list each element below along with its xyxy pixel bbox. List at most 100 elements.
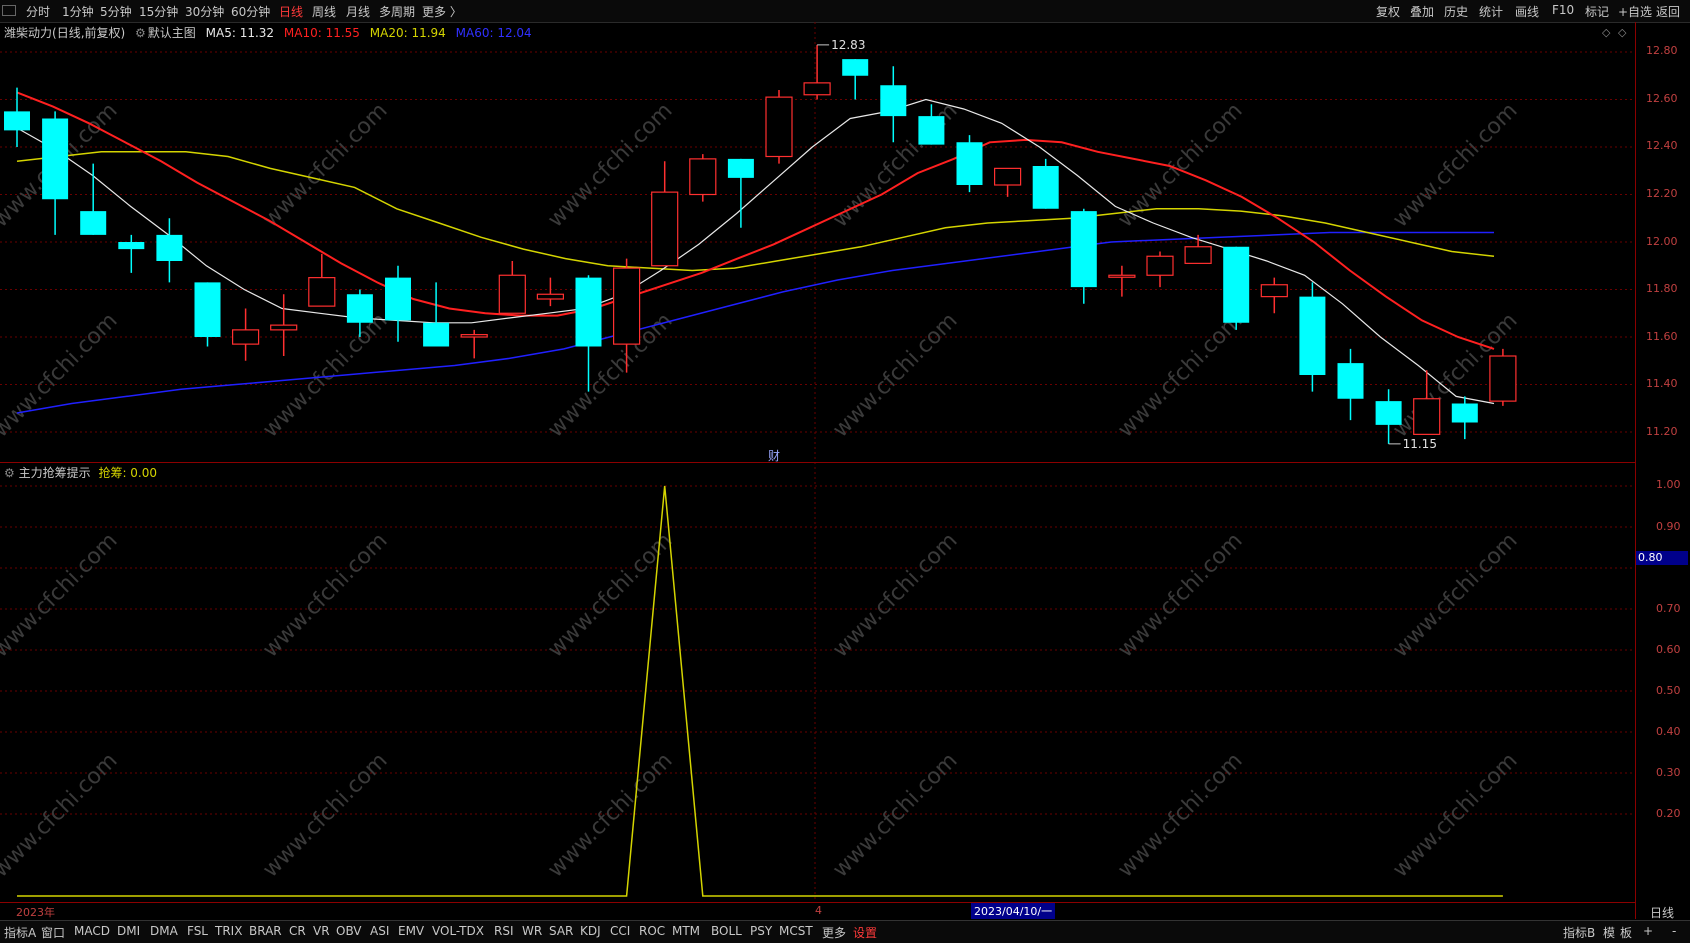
tab-macd[interactable]: MACD bbox=[74, 924, 110, 938]
candle-body bbox=[385, 277, 411, 321]
watermark-text: www.cfchi.com bbox=[0, 528, 123, 662]
panel-divider bbox=[0, 462, 1636, 463]
candle-body bbox=[423, 322, 450, 347]
watermark-text: www.cfchi.com bbox=[258, 748, 392, 882]
price-tick: 12.80 bbox=[1646, 44, 1678, 57]
candle-body bbox=[232, 329, 260, 345]
price-tick: 12.60 bbox=[1646, 92, 1678, 105]
watermark-text: www.cfchi.com bbox=[828, 308, 962, 442]
high-label: 12.83 bbox=[831, 38, 865, 52]
date-axis: 2023年 4 2023/04/10/一 bbox=[0, 903, 1636, 919]
candle-body bbox=[1413, 398, 1441, 435]
candle-body bbox=[689, 158, 717, 196]
year-tick: 2023年 bbox=[16, 906, 55, 919]
candle-body bbox=[536, 293, 565, 300]
tab-indicator-a[interactable]: 指标A bbox=[4, 924, 36, 941]
candle-body bbox=[765, 96, 793, 158]
axis-highlight: 0.80 bbox=[1636, 551, 1688, 565]
tab-more[interactable]: 更多 bbox=[822, 924, 846, 941]
watermark-text: www.cfchi.com bbox=[1113, 98, 1247, 232]
tab-settings[interactable]: 设置 bbox=[853, 924, 877, 941]
candle-body bbox=[1223, 246, 1250, 323]
cursor-date: 2023/04/10/一 bbox=[971, 903, 1056, 919]
watermark-text: www.cfchi.com bbox=[1113, 748, 1247, 882]
tab-boll[interactable]: BOLL bbox=[711, 924, 742, 938]
tab-sar[interactable]: SAR bbox=[549, 924, 573, 938]
tab-template-2[interactable]: 板 bbox=[1620, 924, 1632, 941]
tab-dma[interactable]: DMA bbox=[150, 924, 178, 938]
tab-asi[interactable]: ASI bbox=[370, 924, 389, 938]
tab-trix[interactable]: TRIX bbox=[215, 924, 242, 938]
candle-body bbox=[956, 142, 983, 185]
ind-tick: 0.30 bbox=[1656, 766, 1681, 779]
tab-vr[interactable]: VR bbox=[313, 924, 330, 938]
tab-vol-tdx[interactable]: VOL-TDX bbox=[432, 924, 484, 938]
kline-chart[interactable]: www.cfchi.com www.cfchi.com www.cfchi.com w… bbox=[0, 0, 1690, 942]
watermark-text: www.cfchi.com bbox=[1388, 528, 1522, 662]
tab-template-1[interactable]: 模 bbox=[1603, 924, 1615, 941]
tab-psy[interactable]: PSY bbox=[750, 924, 772, 938]
tab-window[interactable]: 窗口 bbox=[41, 924, 65, 941]
watermark-text: www.cfchi.com bbox=[1388, 98, 1522, 232]
candle-body bbox=[498, 274, 526, 314]
price-tick: 12.00 bbox=[1646, 235, 1678, 248]
watermark-text: www.cfchi.com bbox=[0, 748, 123, 882]
candle-body bbox=[1070, 211, 1097, 288]
tab-emv[interactable]: EMV bbox=[398, 924, 424, 938]
candle-body bbox=[156, 234, 183, 261]
zoom-out-button[interactable]: - bbox=[1672, 924, 1676, 938]
tab-wr[interactable]: WR bbox=[522, 924, 542, 938]
candle-body bbox=[346, 294, 373, 323]
watermark-text: www.cfchi.com bbox=[1113, 528, 1247, 662]
month-tick: 4 bbox=[815, 904, 822, 917]
price-axis: 12.80 12.60 12.40 12.20 12.00 11.80 11.6… bbox=[1636, 22, 1690, 921]
price-tick: 11.40 bbox=[1646, 377, 1678, 390]
candle-body bbox=[1489, 355, 1517, 402]
watermark-text: www.cfchi.com bbox=[0, 308, 123, 442]
candle-body bbox=[80, 211, 107, 235]
watermark-text: www.cfchi.com bbox=[543, 748, 677, 882]
ma60-line bbox=[16, 231, 1494, 414]
candle-body bbox=[1032, 166, 1059, 209]
candle-body bbox=[308, 277, 336, 307]
tab-kdj[interactable]: KDJ bbox=[580, 924, 601, 938]
tab-indicator-b[interactable]: 指标B bbox=[1563, 924, 1595, 941]
candle-body bbox=[880, 85, 907, 117]
candle-body bbox=[651, 191, 679, 267]
price-tick: 12.40 bbox=[1646, 139, 1678, 152]
tab-brar[interactable]: BRAR bbox=[249, 924, 282, 938]
candle-body bbox=[575, 277, 602, 347]
ma10-line bbox=[16, 91, 1495, 350]
candle-body bbox=[918, 116, 945, 145]
ind-tick: 0.90 bbox=[1656, 520, 1681, 533]
tab-mtm[interactable]: MTM bbox=[672, 924, 700, 938]
tab-roc[interactable]: ROC bbox=[639, 924, 665, 938]
price-tick: 11.20 bbox=[1646, 425, 1678, 438]
tab-mcst[interactable]: MCST bbox=[779, 924, 813, 938]
candle-body bbox=[993, 167, 1022, 186]
candle-body bbox=[1146, 255, 1174, 276]
tab-rsi[interactable]: RSI bbox=[494, 924, 514, 938]
tab-fsl[interactable]: FSL bbox=[187, 924, 208, 938]
price-tick: 12.20 bbox=[1646, 187, 1678, 200]
watermark-text: www.cfchi.com bbox=[258, 528, 392, 662]
watermark-text: www.cfchi.com bbox=[258, 98, 392, 232]
tab-cr[interactable]: CR bbox=[289, 924, 306, 938]
candle-body bbox=[1375, 401, 1402, 425]
candle-body bbox=[1299, 296, 1326, 375]
candle-body bbox=[4, 111, 30, 131]
candle-body bbox=[270, 324, 298, 331]
candle-body bbox=[727, 158, 754, 178]
ind-tick: 1.00 bbox=[1656, 478, 1681, 491]
candle-body bbox=[1451, 403, 1478, 423]
zoom-in-button[interactable]: + bbox=[1643, 924, 1653, 938]
finance-marker: 财 bbox=[768, 449, 780, 463]
watermark-text: www.cfchi.com bbox=[1388, 748, 1522, 882]
low-label: 11.15 bbox=[1403, 437, 1437, 451]
tab-dmi[interactable]: DMI bbox=[117, 924, 140, 938]
watermark-text: www.cfchi.com bbox=[828, 528, 962, 662]
tab-obv[interactable]: OBV bbox=[336, 924, 362, 938]
period-axis-label[interactable]: 日线 bbox=[1650, 904, 1674, 921]
candle-body bbox=[460, 334, 488, 338]
tab-cci[interactable]: CCI bbox=[610, 924, 630, 938]
